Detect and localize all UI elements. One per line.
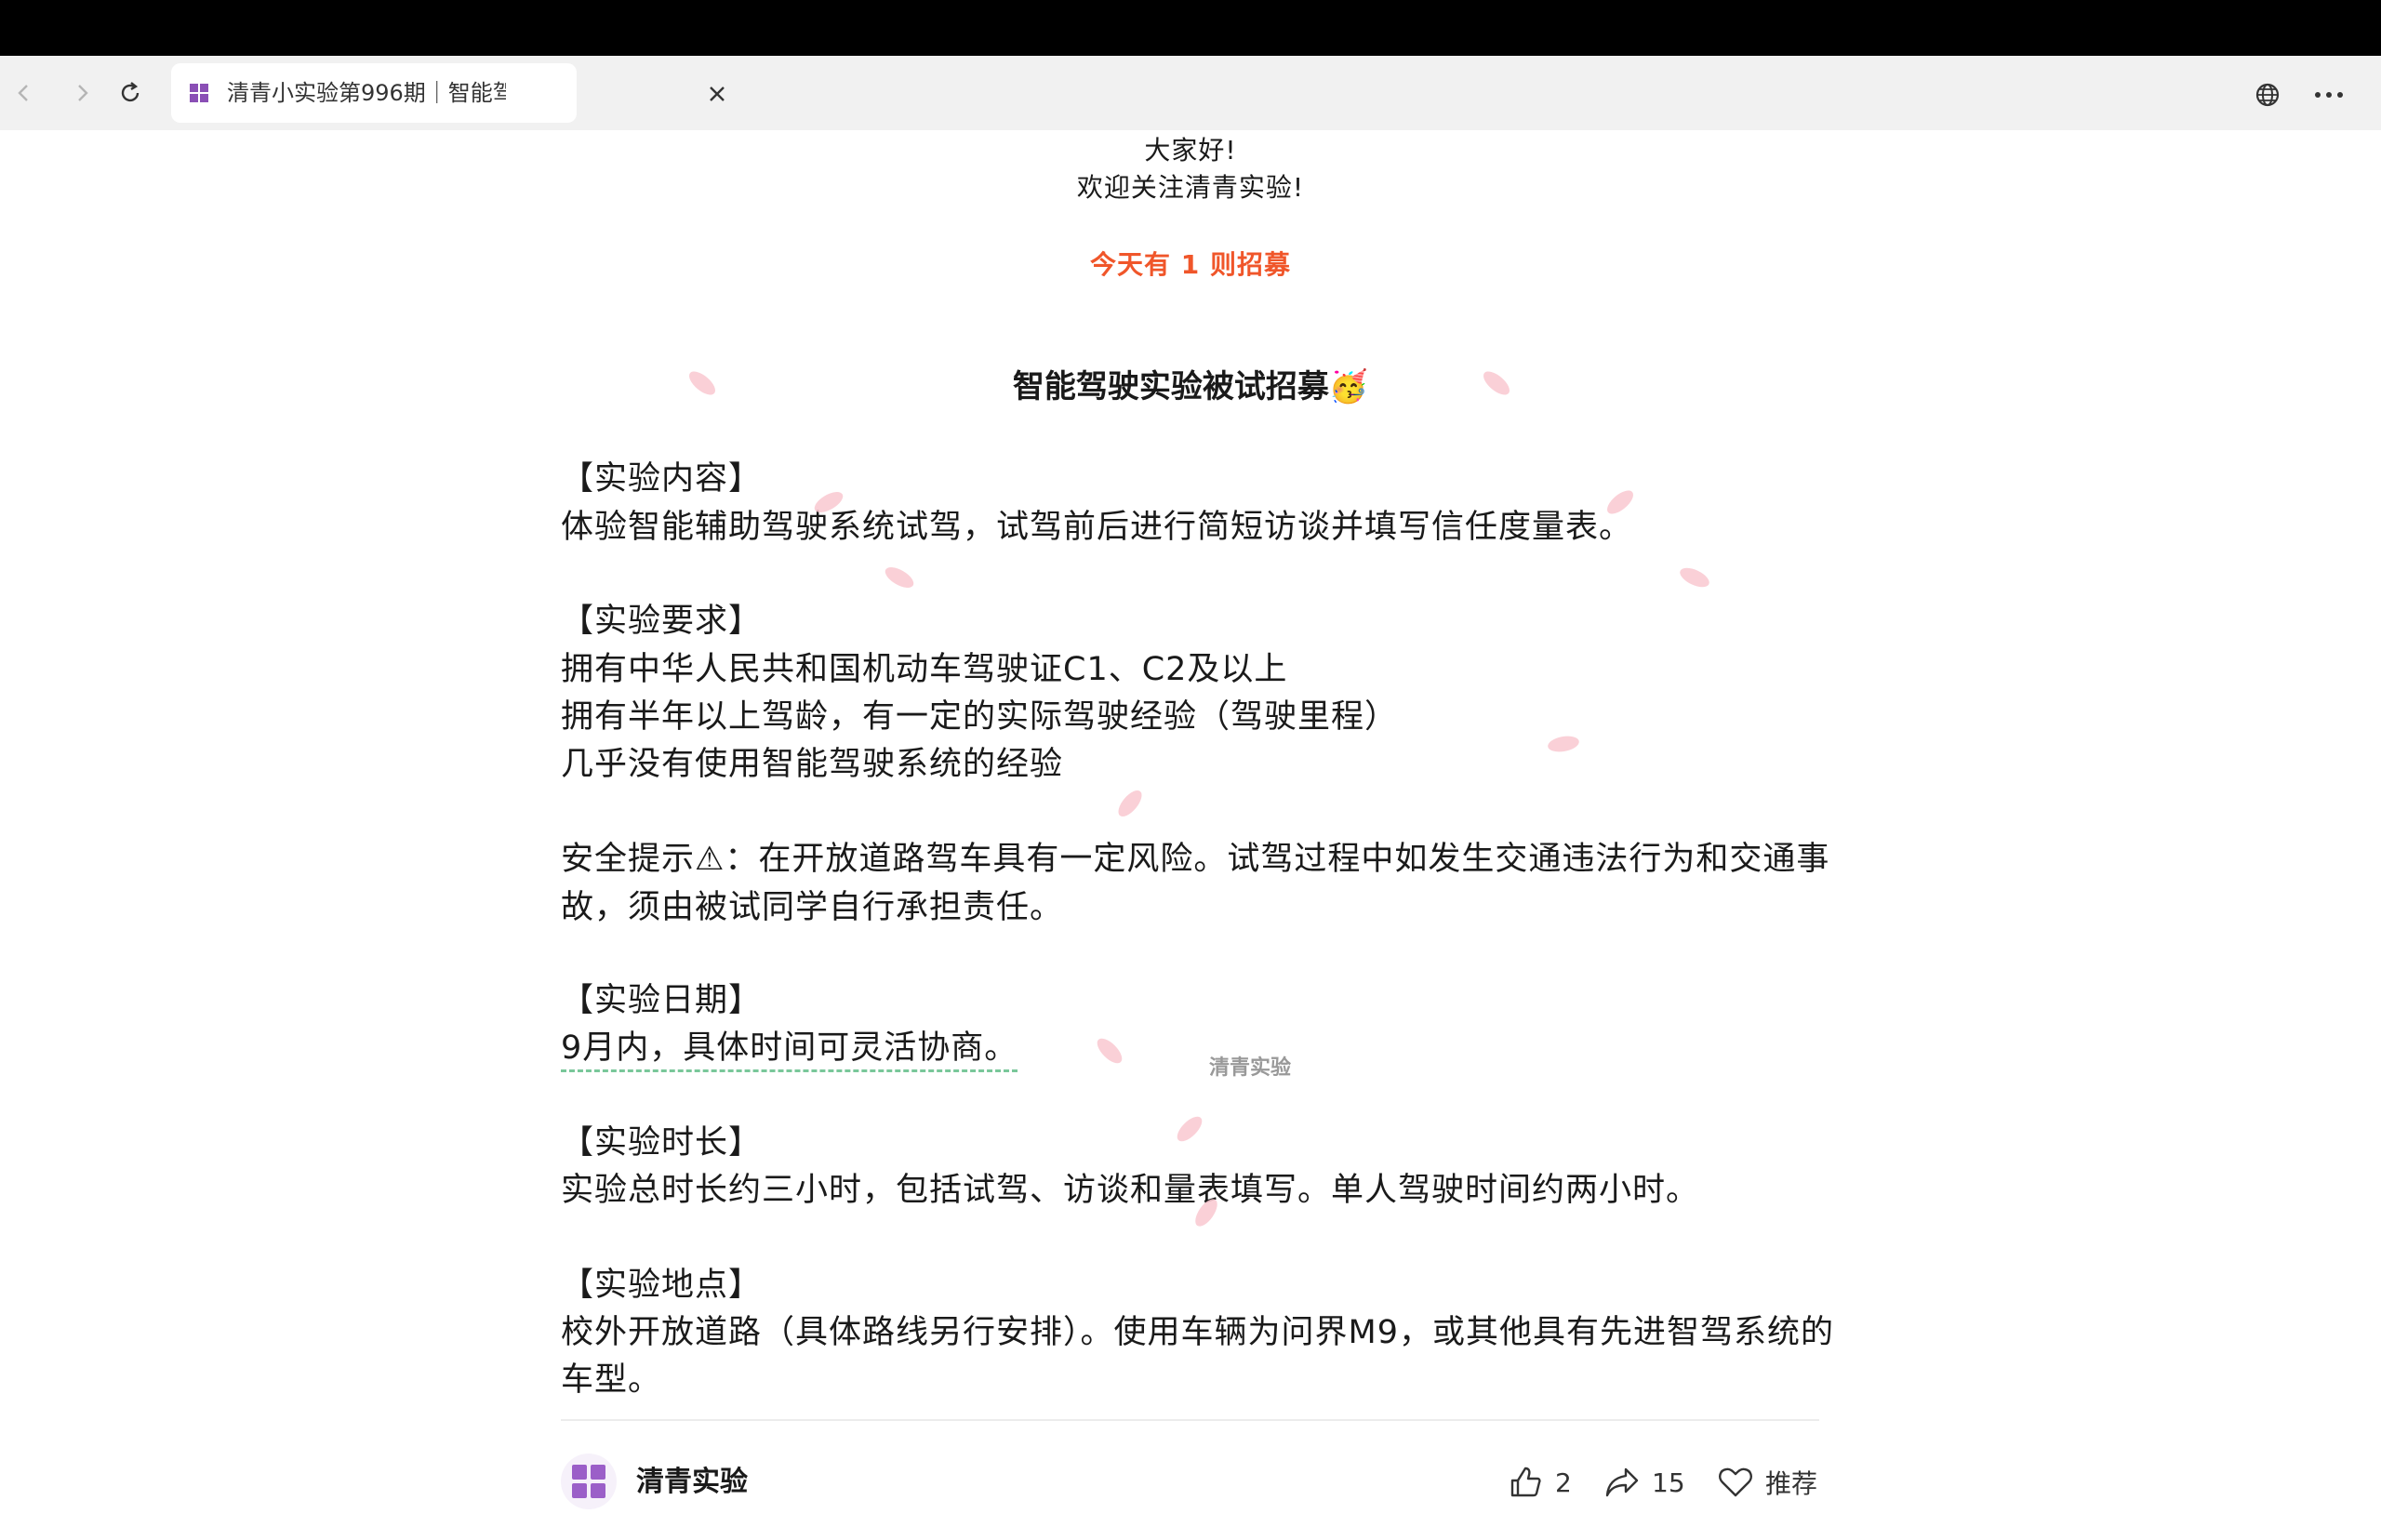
like-button[interactable]: 2: [1507, 1458, 1572, 1507]
date-text: 9月内，具体时间可灵活协商。: [561, 1027, 1018, 1072]
petal-decoration: [882, 563, 917, 592]
requirement-2: 拥有半年以上驾龄，有一定的实际驾驶经验（驾驶里程）: [561, 698, 1399, 736]
petal-decoration: [685, 366, 720, 400]
back-icon: [18, 85, 28, 101]
forward-button[interactable]: [60, 71, 104, 115]
account-name[interactable]: 清青实验: [636, 1462, 748, 1503]
requirement-3: 几乎没有使用智能驾驶系统的经验: [561, 746, 1064, 783]
safety-line-2: 故，须由被试同学自行承担责任。: [561, 889, 1064, 926]
footer-divider: [561, 1419, 1819, 1421]
content-heading: 【实验内容】: [561, 460, 763, 498]
more-button[interactable]: [2308, 74, 2349, 115]
back-button[interactable]: [2, 71, 47, 115]
article-headline: 智能驾驶实验被试招募🥳: [1012, 368, 1369, 405]
favicon-icon: [188, 82, 210, 104]
recommend-button[interactable]: 推荐: [1717, 1458, 1817, 1507]
greeting: 大家好!: [1144, 135, 1237, 166]
requirement-1: 拥有中华人民共和国机动车驾驶证C1、C2及以上: [561, 651, 1288, 688]
forward-icon: [78, 85, 88, 101]
petal-decoration: [1479, 366, 1514, 400]
like-count: 2: [1555, 1467, 1572, 1498]
article-watermark: 清青实验: [1209, 1056, 1292, 1080]
article-content: 大家好! 欢迎关注清青实验! 今天有 1 则招募 智能驾驶实验被试招募🥳 【实验…: [0, 130, 2381, 1540]
today-recruitment: 今天有 1 则招募: [1090, 249, 1291, 280]
account-logo-icon: [572, 1465, 605, 1498]
requirements-heading: 【实验要求】: [561, 603, 763, 640]
share-count: 15: [1652, 1467, 1685, 1498]
reload-icon: [121, 82, 140, 102]
browser-toolbar: 清青小实验第996期｜智能驾: [0, 56, 2381, 130]
share-button[interactable]: 15: [1603, 1458, 1685, 1507]
petal-decoration: [1113, 786, 1147, 821]
share-icon: [1605, 1467, 1639, 1497]
welcome-text: 欢迎关注清青实验!: [1076, 172, 1305, 203]
browser-tab[interactable]: 清青小实验第996期｜智能驾: [171, 63, 725, 123]
reload-button[interactable]: [108, 71, 153, 115]
more-icon: [2315, 92, 2343, 98]
close-icon[interactable]: [703, 80, 731, 108]
petal-decoration: [1677, 564, 1712, 591]
content-text: 体验智能辅助驾驶系统试驾，试驾前后进行简短访谈并填写信任度量表。: [561, 509, 1633, 546]
date-text-line: 9月内，具体时间可灵活协商。: [561, 1024, 1835, 1072]
account-avatar[interactable]: [561, 1454, 617, 1509]
heart-icon: [1719, 1467, 1752, 1497]
location-line-2: 车型。: [561, 1361, 662, 1399]
globe-icon: [2255, 83, 2280, 107]
date-heading: 【实验日期】: [561, 982, 763, 1019]
duration-text: 实验总时长约三小时，包括试驾、访谈和量表填写。单人驾驶时间约两小时。: [561, 1172, 1700, 1209]
tab-title: 清青小实验第996期｜智能驾: [227, 80, 506, 106]
top-black-bar: [0, 0, 2381, 56]
safety-line-1: 安全提示⚠：在开放道路驾车具有一定风险。试驾过程中如发生交通违法行为和交通事: [561, 841, 1830, 878]
location-line-1: 校外开放道路（具体路线另行安排）。使用车辆为问界M9，或其他具有先进智驾系统的: [561, 1314, 1834, 1351]
translate-button[interactable]: [2247, 74, 2288, 115]
thumbs-up-icon: [1510, 1467, 1541, 1497]
recommend-label: 推荐: [1765, 1468, 1818, 1499]
location-heading: 【实验地点】: [561, 1267, 763, 1304]
